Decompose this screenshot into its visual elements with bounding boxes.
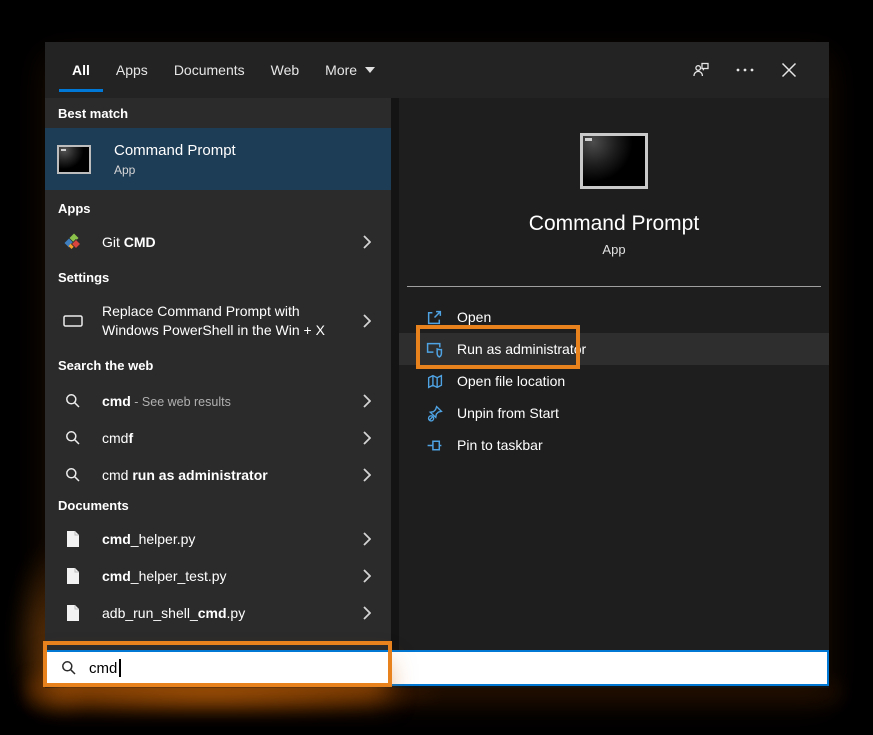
action-open-file-location[interactable]: Open file location bbox=[399, 365, 829, 397]
action-unpin-from-start-label: Unpin from Start bbox=[457, 405, 559, 421]
preview-app-title: Command Prompt bbox=[529, 213, 699, 235]
pin-icon bbox=[425, 436, 443, 454]
file-location-icon bbox=[425, 372, 443, 390]
tab-web-label: Web bbox=[271, 62, 300, 78]
action-run-as-administrator[interactable]: Run as administrator bbox=[399, 333, 829, 365]
doc-name-suffix: .py bbox=[227, 605, 246, 621]
web-suggestion-text: f bbox=[128, 430, 133, 446]
section-header-apps: Apps bbox=[45, 201, 391, 217]
tab-apps[interactable]: Apps bbox=[103, 42, 161, 98]
chevron-right-icon bbox=[363, 394, 371, 408]
chevron-right-icon bbox=[363, 606, 371, 620]
section-header-best-match: Best match bbox=[45, 98, 391, 122]
result-doc-cmd-helper-test[interactable]: cmd_helper_test.py bbox=[45, 561, 391, 591]
doc-name-rest: _helper_test.py bbox=[131, 568, 227, 584]
tab-apps-label: Apps bbox=[116, 62, 148, 78]
preview-app-subtitle: App bbox=[602, 242, 625, 257]
document-icon bbox=[57, 530, 89, 548]
action-unpin-from-start[interactable]: Unpin from Start bbox=[399, 397, 829, 429]
panel-divider bbox=[391, 98, 399, 650]
search-bar bbox=[45, 650, 829, 686]
tab-documents[interactable]: Documents bbox=[161, 42, 258, 98]
best-match-title: Command Prompt bbox=[114, 141, 236, 160]
chevron-right-icon bbox=[363, 431, 371, 445]
search-results-area: Best match Command Prompt App Apps bbox=[45, 98, 829, 650]
results-list-panel: Best match Command Prompt App Apps bbox=[45, 98, 391, 650]
result-web-cmdf[interactable]: cmdf bbox=[45, 423, 391, 453]
unpin-icon bbox=[425, 404, 443, 422]
git-cmd-text-bold: CMD bbox=[124, 234, 156, 250]
web-query-text: cmd bbox=[102, 467, 132, 483]
context-actions: Open Run as administrator bbox=[399, 301, 829, 461]
settings-result-line1: Replace Command Prompt with bbox=[102, 303, 300, 319]
search-icon bbox=[57, 393, 89, 409]
action-run-as-administrator-label: Run as administrator bbox=[457, 341, 586, 357]
doc-name-prefix: adb_run_shell_ bbox=[102, 605, 198, 621]
magnifier-icon bbox=[61, 660, 77, 676]
git-icon bbox=[57, 232, 89, 252]
action-open-label: Open bbox=[457, 309, 491, 325]
result-git-cmd[interactable]: Git CMD bbox=[45, 226, 391, 258]
web-see-results-text: - See web results bbox=[131, 395, 231, 409]
web-suggestion-text: run as administrator bbox=[132, 467, 267, 483]
tab-more[interactable]: More bbox=[312, 42, 388, 98]
chevron-down-icon bbox=[365, 67, 375, 73]
doc-name-bold: cmd bbox=[102, 568, 131, 584]
cmd-app-icon bbox=[57, 145, 91, 174]
chevron-right-icon bbox=[363, 235, 371, 249]
doc-name-bold: cmd bbox=[198, 605, 227, 621]
doc-name-rest: _helper.py bbox=[131, 531, 196, 547]
tab-documents-label: Documents bbox=[174, 62, 245, 78]
result-doc-adb-run-shell-cmd[interactable]: adb_run_shell_cmd.py bbox=[45, 598, 391, 628]
result-best-match-command-prompt[interactable]: Command Prompt App bbox=[45, 128, 391, 190]
web-query-text: cmd bbox=[102, 430, 128, 446]
result-web-cmd-see-web-results[interactable]: cmd - See web results bbox=[45, 386, 391, 416]
more-options-icon[interactable] bbox=[735, 60, 755, 80]
search-flyout-window: All Apps Documents Web More bbox=[45, 42, 829, 688]
preview-divider bbox=[407, 286, 821, 287]
admin-shield-icon bbox=[425, 340, 443, 358]
window-icon bbox=[57, 314, 89, 328]
preview-panel: Command Prompt App Open bbox=[399, 98, 829, 650]
tab-web[interactable]: Web bbox=[258, 42, 313, 98]
tab-all[interactable]: All bbox=[59, 42, 103, 98]
tab-more-label: More bbox=[325, 62, 357, 78]
filter-tabs: All Apps Documents Web More bbox=[45, 42, 388, 98]
section-header-documents: Documents bbox=[45, 498, 391, 514]
search-icon bbox=[57, 430, 89, 446]
app-preview: Command Prompt App bbox=[399, 98, 829, 257]
git-cmd-text: Git bbox=[102, 234, 124, 250]
document-icon bbox=[57, 604, 89, 622]
chevron-right-icon bbox=[363, 532, 371, 546]
search-input[interactable] bbox=[89, 660, 389, 677]
close-icon[interactable] bbox=[779, 60, 799, 80]
chevron-right-icon bbox=[363, 569, 371, 583]
action-open[interactable]: Open bbox=[399, 301, 829, 333]
section-header-settings: Settings bbox=[45, 270, 391, 286]
tab-all-label: All bbox=[72, 62, 90, 78]
action-open-file-location-label: Open file location bbox=[457, 373, 565, 389]
result-web-cmd-run-as-administrator[interactable]: cmd run as administrator bbox=[45, 460, 391, 490]
chevron-right-icon bbox=[363, 314, 371, 328]
section-header-search-the-web: Search the web bbox=[45, 358, 391, 374]
chevron-right-icon bbox=[363, 468, 371, 482]
cmd-app-icon-large bbox=[580, 133, 648, 189]
search-icon bbox=[57, 467, 89, 483]
document-icon bbox=[57, 567, 89, 585]
search-filter-bar: All Apps Documents Web More bbox=[45, 42, 829, 98]
action-pin-to-taskbar[interactable]: Pin to taskbar bbox=[399, 429, 829, 461]
web-query-text: cmd bbox=[102, 393, 131, 409]
doc-name-bold: cmd bbox=[102, 531, 131, 547]
best-match-subtitle: App bbox=[114, 163, 236, 177]
result-doc-cmd-helper[interactable]: cmd_helper.py bbox=[45, 524, 391, 554]
open-icon bbox=[425, 308, 443, 326]
settings-result-line2: Windows PowerShell in the Win + X bbox=[102, 322, 325, 338]
action-pin-to-taskbar-label: Pin to taskbar bbox=[457, 437, 543, 453]
result-replace-command-prompt-setting[interactable]: Replace Command Prompt with Windows Power… bbox=[45, 294, 391, 348]
topbar-icons bbox=[691, 60, 829, 80]
text-caret bbox=[119, 659, 121, 677]
feedback-icon[interactable] bbox=[691, 60, 711, 80]
